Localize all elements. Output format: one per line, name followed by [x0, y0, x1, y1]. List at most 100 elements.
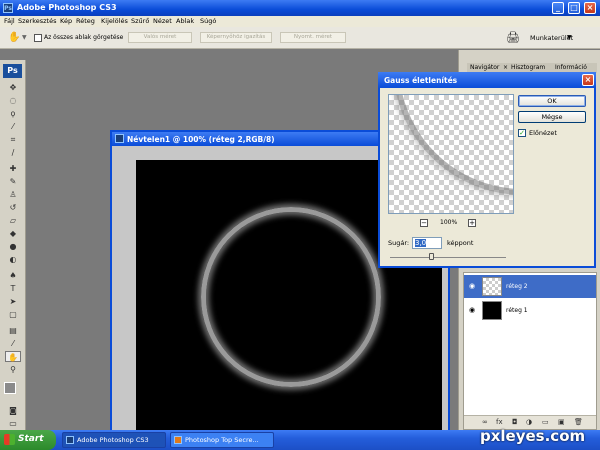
history-brush-tool-icon[interactable]: ↺ — [5, 202, 21, 213]
tab-histogram[interactable]: Hisztogram — [511, 64, 545, 71]
workspace-arrow-icon[interactable]: ▼ — [567, 34, 572, 41]
menu-window[interactable]: Ablak — [176, 17, 194, 25]
new-group-icon[interactable]: ▭ — [542, 418, 549, 426]
blur-tool-icon[interactable]: ● — [5, 241, 21, 252]
menu-select[interactable]: Kijelölés — [101, 17, 128, 25]
menu-view[interactable]: Nézet — [153, 17, 172, 25]
dialog-close-button[interactable]: × — [582, 74, 594, 86]
windows-logo-icon — [4, 434, 15, 445]
eraser-tool-icon[interactable]: ▱ — [5, 215, 21, 226]
actual-pixels-button[interactable]: Valós méret — [128, 32, 192, 43]
window-title-bar: Ps Adobe Photoshop CS3 _ □ × — [0, 0, 600, 16]
type-tool-icon[interactable]: T — [5, 283, 21, 294]
blurred-ring — [201, 207, 381, 387]
close-button[interactable]: × — [584, 2, 596, 14]
new-layer-icon[interactable]: ▣ — [558, 418, 565, 426]
blur-preview[interactable] — [388, 94, 514, 214]
scroll-all-checkbox[interactable] — [34, 34, 42, 42]
document-icon — [115, 134, 124, 143]
radius-label: Sugár: — [388, 239, 410, 247]
photoshop-logo: Ps — [3, 64, 22, 78]
gaussian-blur-dialog: Gauss életlenítés × − 100% + OK Mégse ✓ … — [378, 72, 596, 268]
brush-tool-icon[interactable]: ✎ — [5, 176, 21, 187]
dialog-title: Gauss életlenítés — [384, 76, 458, 85]
layer-name: réteg 2 — [506, 283, 528, 290]
document-title: Névtelen1 @ 100% (réteg 2,RGB/8) — [127, 135, 275, 144]
maximize-button[interactable]: □ — [568, 2, 580, 14]
notes-tool-icon[interactable]: ▤ — [5, 325, 21, 336]
delete-layer-icon[interactable]: 🗑 — [574, 418, 583, 426]
preview-checkbox[interactable]: ✓ — [518, 129, 526, 137]
slice-tool-icon[interactable]: ∕ — [5, 147, 21, 158]
zoom-level: 100% — [440, 219, 458, 226]
tab-navigator-close-icon[interactable]: × — [503, 64, 508, 71]
dodge-tool-icon[interactable]: ◐ — [5, 254, 21, 265]
minimize-button[interactable]: _ — [552, 2, 564, 14]
menu-filter[interactable]: Szűrő — [131, 17, 149, 25]
layer-thumbnail — [482, 277, 502, 296]
radius-input[interactable]: 3,0 — [412, 237, 442, 249]
clone-stamp-tool-icon[interactable]: ♙ — [5, 189, 21, 200]
visibility-eye-icon[interactable]: ◉ — [469, 282, 475, 290]
window-title: Adobe Photoshop CS3 — [17, 3, 117, 12]
printer-icon[interactable]: 🖨 — [506, 31, 520, 44]
shape-tool-icon[interactable]: ▢ — [5, 309, 21, 320]
browser-task-icon — [174, 436, 182, 444]
print-size-button[interactable]: Nyomt. méret — [280, 32, 346, 43]
zoom-in-button[interactable]: + — [468, 219, 476, 227]
taskbar-item-photoshop[interactable]: Adobe Photoshop CS3 — [62, 432, 166, 448]
tab-info[interactable]: Információ — [555, 64, 587, 71]
start-button[interactable]: Start — [0, 430, 56, 450]
move-tool-icon[interactable]: ✥ — [5, 82, 21, 93]
layer-name: réteg 1 — [506, 307, 528, 314]
hand-tool-button[interactable]: ✋ — [5, 351, 21, 362]
pen-tool-icon[interactable]: ♠ — [5, 270, 21, 281]
watermark: pxleyes.com — [480, 427, 586, 445]
healing-brush-tool-icon[interactable]: ✚ — [5, 163, 21, 174]
radius-unit: képpont — [447, 239, 474, 247]
path-selection-tool-icon[interactable]: ➤ — [5, 296, 21, 307]
paint-bucket-tool-icon[interactable]: ◆ — [5, 228, 21, 239]
tab-navigator[interactable]: Navigátor — [470, 64, 499, 71]
menu-file[interactable]: Fájl — [4, 17, 15, 25]
eyedropper-tool-icon[interactable]: ⁄ — [5, 338, 21, 349]
options-bar: ✋ ▼ Az összes ablak görgetése Valós mére… — [0, 27, 600, 49]
visibility-eye-icon[interactable]: ◉ — [469, 306, 475, 314]
preview-ring — [393, 95, 513, 195]
layer-row[interactable]: ◉ réteg 1 — [464, 299, 596, 322]
menu-edit[interactable]: Szerkesztés — [18, 17, 56, 25]
ok-button[interactable]: OK — [518, 95, 586, 107]
radius-slider-thumb[interactable] — [428, 253, 434, 260]
radius-slider-track[interactable] — [390, 257, 506, 258]
cancel-button[interactable]: Mégse — [518, 111, 586, 123]
layer-mask-icon[interactable]: ◘ — [512, 418, 518, 426]
dialog-title-bar[interactable]: Gauss életlenítés × — [378, 72, 596, 88]
photoshop-task-icon — [66, 436, 74, 444]
screen-mode-icon[interactable]: ▭ — [5, 418, 21, 429]
scroll-all-label: Az összes ablak görgetése — [44, 34, 124, 41]
zoom-tool-icon[interactable]: ⚲ — [5, 364, 21, 375]
fit-screen-button[interactable]: Képernyőhöz igazítás — [200, 32, 272, 43]
photoshop-app-icon: Ps — [3, 3, 13, 13]
layer-row[interactable]: ◉ réteg 2 — [464, 275, 596, 298]
layer-thumbnail — [482, 301, 502, 320]
magic-wand-tool-icon[interactable]: ⁄ — [5, 121, 21, 132]
toolbox: Ps ✥ ◌ ϙ ⁄ ⌗ ∕ ✚ ✎ ♙ ↺ ▱ ◆ ● ◐ ♠ T ➤ ▢ ▤… — [0, 60, 26, 430]
lasso-tool-icon[interactable]: ϙ — [5, 108, 21, 119]
menu-help[interactable]: Súgó — [200, 17, 216, 25]
menu-layer[interactable]: Réteg — [76, 17, 95, 25]
link-layers-icon[interactable]: ∞ — [482, 418, 488, 426]
taskbar-item-browser[interactable]: Photoshop Top Secre... — [170, 432, 274, 448]
preview-label: Előnézet — [529, 129, 557, 137]
menu-image[interactable]: Kép — [60, 17, 72, 25]
layers-panel: ◉ réteg 2 ◉ réteg 1 ∞ fx ◘ ◑ ▭ ▣ 🗑 — [463, 272, 597, 430]
zoom-out-button[interactable]: − — [420, 219, 428, 227]
foreground-color-swatch[interactable] — [4, 382, 16, 394]
quick-mask-icon[interactable]: ◙ — [5, 405, 21, 416]
menu-bar: Fájl Szerkesztés Kép Réteg Kijelölés Szű… — [0, 16, 600, 27]
marquee-tool-icon[interactable]: ◌ — [5, 95, 21, 106]
crop-tool-icon[interactable]: ⌗ — [5, 134, 21, 145]
tool-preset-arrow-icon[interactable]: ▼ — [22, 34, 27, 41]
adjustment-layer-icon[interactable]: ◑ — [526, 418, 532, 426]
layer-style-icon[interactable]: fx — [496, 418, 503, 426]
